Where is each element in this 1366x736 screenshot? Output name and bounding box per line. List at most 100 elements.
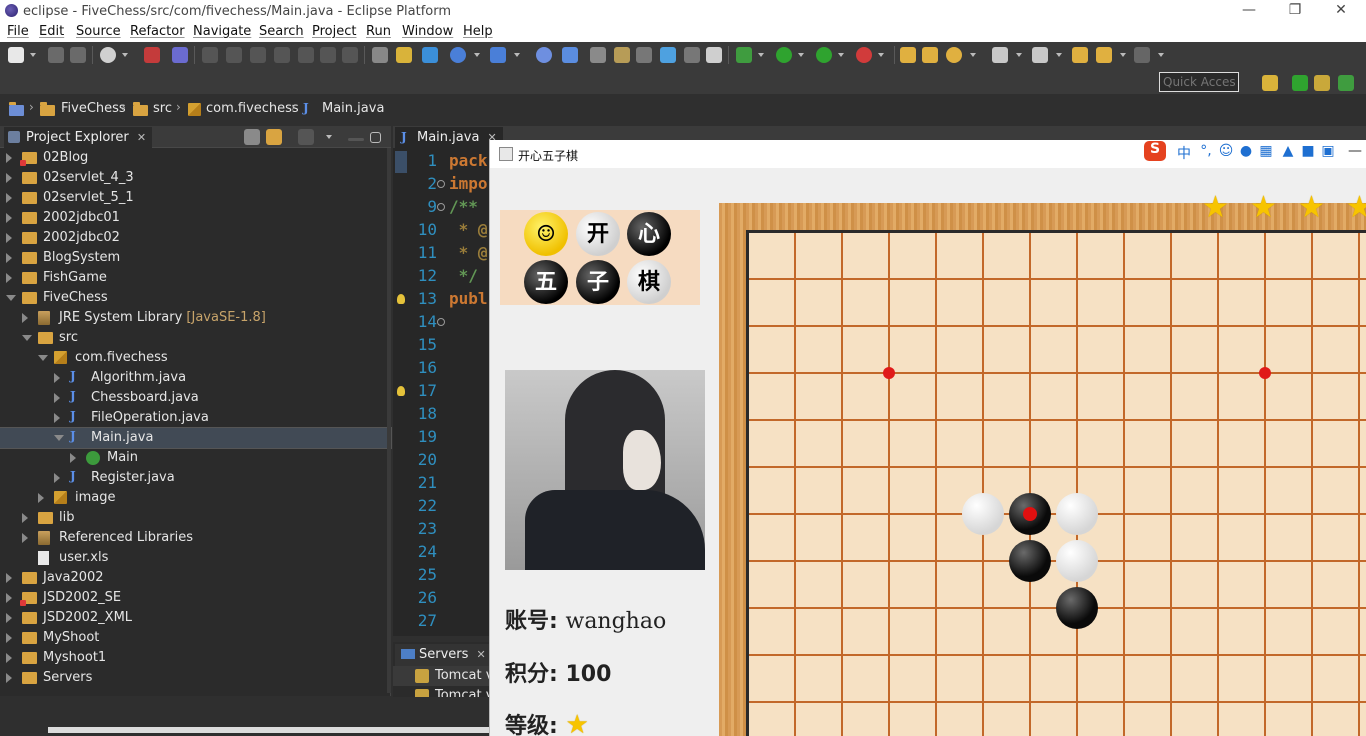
debug-perspective-icon[interactable] [1338, 75, 1354, 91]
menu-run[interactable]: Run [366, 24, 391, 39]
sogou-logo-icon[interactable]: S [1144, 141, 1166, 161]
toolbox-icon[interactable]: ▣ [1320, 143, 1336, 159]
chevron-down-icon[interactable] [30, 53, 36, 57]
mark-occurrences-icon[interactable] [614, 47, 630, 63]
new-java-package-icon[interactable] [490, 47, 506, 63]
tree-item[interactable]: JRE System Library [JavaSE-1.8] [0, 308, 391, 328]
chevron-down-icon[interactable] [514, 53, 520, 57]
chevron-down-icon[interactable] [1016, 53, 1022, 57]
next-annotation-icon[interactable] [992, 47, 1008, 63]
expand-right-icon[interactable] [6, 673, 12, 683]
menu-help[interactable]: Help [463, 24, 493, 39]
tree-item[interactable]: 02servlet_5_1 [0, 188, 391, 208]
punctuation-icon[interactable]: °, [1198, 143, 1214, 159]
minimize-button[interactable]: — [1229, 2, 1269, 22]
maximize-view-icon[interactable] [370, 132, 381, 143]
expand-right-icon[interactable] [54, 393, 60, 403]
search-icon[interactable] [946, 47, 962, 63]
skin-icon[interactable]: ■ [1300, 143, 1316, 159]
fold-icon[interactable] [437, 203, 445, 211]
chevron-down-icon[interactable] [1120, 53, 1126, 57]
expand-right-icon[interactable] [6, 253, 12, 263]
breadcrumb-package[interactable]: com.fivechess [206, 101, 299, 116]
last-edit-icon[interactable] [1072, 47, 1088, 63]
build-icon[interactable] [396, 47, 412, 63]
user-icon[interactable]: ▲ [1280, 143, 1296, 159]
tree-item[interactable]: J Main.java [0, 427, 392, 449]
menu-refactor[interactable]: Refactor [130, 24, 185, 39]
open-perspective-icon[interactable] [562, 47, 578, 63]
profile-icon[interactable] [100, 47, 116, 63]
resume-icon[interactable] [202, 47, 218, 63]
expand-right-icon[interactable] [6, 153, 12, 163]
expand-down-icon[interactable] [6, 295, 16, 301]
expand-right-icon[interactable] [22, 513, 28, 523]
run-icon[interactable] [776, 47, 792, 63]
expand-right-icon[interactable] [6, 593, 12, 603]
chevron-down-icon[interactable] [1158, 53, 1164, 57]
tree-item[interactable]: FishGame [0, 268, 391, 288]
close-icon[interactable]: ✕ [477, 648, 486, 661]
word-wrap-icon[interactable] [660, 47, 676, 63]
open-console-icon[interactable] [372, 47, 388, 63]
server-row[interactable]: Tomcat v [393, 666, 493, 686]
link-with-editor-icon[interactable] [266, 129, 282, 145]
expand-right-icon[interactable] [54, 413, 60, 423]
terminate-icon[interactable] [250, 47, 266, 63]
keyboard-icon[interactable]: ▦ [1258, 143, 1274, 159]
expand-right-icon[interactable] [6, 613, 12, 623]
tree-item[interactable]: JSD2002_SE [0, 588, 391, 608]
tree-item[interactable]: MyShoot [0, 628, 391, 648]
save-all-icon[interactable] [70, 47, 86, 63]
quick-access-input[interactable] [1159, 72, 1239, 92]
ime-mode-label[interactable]: 中 [1176, 143, 1192, 162]
expand-down-icon[interactable] [22, 335, 32, 341]
focus-icon[interactable] [298, 129, 314, 145]
open-type-icon[interactable] [422, 47, 438, 63]
java-ee-perspective-icon[interactable] [1292, 75, 1308, 91]
tree-item[interactable]: Servers [0, 668, 391, 688]
forward-icon[interactable] [1134, 47, 1150, 63]
game-board[interactable] [746, 230, 1366, 736]
chevron-down-icon[interactable] [970, 53, 976, 57]
show-whitespace-icon[interactable] [684, 47, 700, 63]
block-selection-icon[interactable] [636, 47, 652, 63]
skip-breakpoints-icon[interactable] [172, 47, 188, 63]
restore-button[interactable]: ❐ [1275, 2, 1315, 22]
emoji-icon[interactable]: ☺ [1218, 143, 1234, 159]
tree-item[interactable]: J FileOperation.java [0, 408, 391, 428]
step-into-icon[interactable] [298, 47, 314, 63]
tree-item[interactable]: FiveChess [0, 288, 391, 308]
tree-item[interactable]: 02Blog [0, 148, 391, 168]
menu-navigate[interactable]: Navigate [193, 24, 251, 39]
disconnect-icon[interactable] [274, 47, 290, 63]
menu-file[interactable]: File [7, 24, 29, 39]
java-perspective-icon[interactable] [1314, 75, 1330, 91]
tab-main-java[interactable]: J Main.java ✕ [395, 127, 503, 148]
chevron-down-icon[interactable] [798, 53, 804, 57]
tree-item[interactable]: BlogSystem [0, 248, 391, 268]
new-java-project-icon[interactable] [450, 47, 466, 63]
chevron-down-icon[interactable] [758, 53, 764, 57]
fold-icon[interactable] [437, 180, 445, 188]
close-button[interactable]: ✕ [1321, 2, 1361, 22]
expand-right-icon[interactable] [6, 213, 12, 223]
minimize-icon[interactable]: — [1347, 143, 1363, 159]
fold-icon[interactable] [437, 318, 445, 326]
save-icon[interactable] [48, 47, 64, 63]
expand-right-icon[interactable] [6, 233, 12, 243]
new-folder-icon[interactable] [900, 47, 916, 63]
coverage-icon[interactable] [816, 47, 832, 63]
lightbulb-icon[interactable] [397, 294, 405, 304]
expand-right-icon[interactable] [6, 273, 12, 283]
expand-right-icon[interactable] [22, 313, 28, 323]
previous-annotation-icon[interactable] [1032, 47, 1048, 63]
breadcrumb-src[interactable]: src [153, 101, 172, 116]
tree-item[interactable]: Main [0, 448, 391, 468]
tree-item[interactable]: Java2002 [0, 568, 391, 588]
tree-item[interactable]: image [0, 488, 391, 508]
menu-window[interactable]: Window [402, 24, 453, 39]
breadcrumb-file[interactable]: Main.java [322, 101, 384, 116]
tree-item[interactable]: J Chessboard.java [0, 388, 391, 408]
tree-item[interactable]: com.fivechess [0, 348, 391, 368]
